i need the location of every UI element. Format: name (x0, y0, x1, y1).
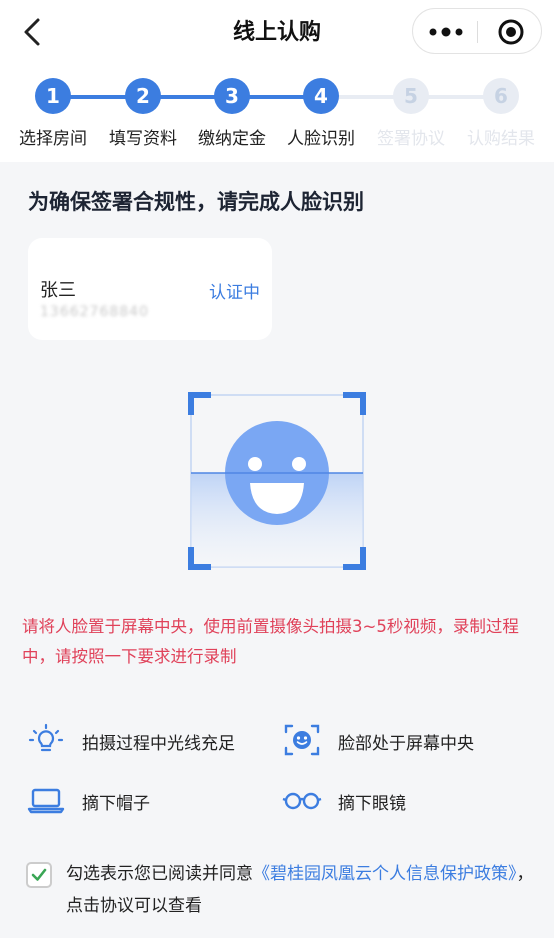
top-bar: 线上认购 (0, 0, 554, 64)
step-number: 5 (393, 78, 429, 114)
agreement-text: 勾选表示您已阅读并同意《碧桂园凤凰云个人信息保护政策》，点击协议可以查看 (66, 858, 536, 922)
step-number: 1 (35, 78, 71, 114)
step-number: 6 (483, 78, 519, 114)
capsule-divider (477, 21, 478, 43)
tip-text: 脸部处于屏幕中央 (338, 734, 474, 754)
more-button[interactable] (413, 9, 477, 55)
tip-text: 摘下眼镜 (338, 794, 406, 814)
step-number: 3 (214, 78, 250, 114)
verification-status: 认证中 (209, 283, 260, 303)
step-number: 4 (303, 78, 339, 114)
user-name: 张三 (40, 280, 76, 301)
recording-instruction: 请将人脸置于屏幕中央，使用前置摄像头拍摄3~5秒视频，录制过程中，请按照一下要求… (22, 617, 519, 666)
face-frame-icon (284, 724, 320, 756)
agreement-prefix: 勾选表示您已阅读并同意 (66, 864, 253, 884)
tip-text: 拍摄过程中光线充足 (82, 734, 235, 754)
user-card: 张三 13662768840 认证中 (28, 238, 272, 340)
checkmark-icon (31, 868, 47, 881)
target-circle-icon (498, 19, 524, 45)
privacy-policy-link[interactable]: 《碧桂园凤凰云个人信息保护政策》 (253, 864, 517, 884)
light-bulb-icon (28, 723, 64, 752)
step-number: 2 (125, 78, 161, 114)
section-heading: 为确保签署合规性，请完成人脸识别 (28, 190, 364, 214)
tip-text: 摘下帽子 (82, 794, 150, 814)
face-scan-frame (188, 392, 366, 570)
agreement-checkbox[interactable] (26, 862, 52, 888)
mini-program-capsule (412, 8, 542, 54)
step-label: 认购结果 (467, 129, 535, 149)
step-6: 6 认购结果 (446, 78, 554, 149)
laptop-icon (27, 788, 65, 814)
user-phone: 13662768840 (40, 304, 149, 320)
glasses-icon (282, 792, 322, 810)
more-dots-icon (429, 27, 463, 37)
close-button[interactable] (497, 18, 525, 46)
progress-steps: 1 选择房间 2 填写资料 3 缴纳定金 4 人脸识别 5 签署协议 6 认购结… (0, 64, 554, 162)
face-scanner (188, 392, 366, 570)
